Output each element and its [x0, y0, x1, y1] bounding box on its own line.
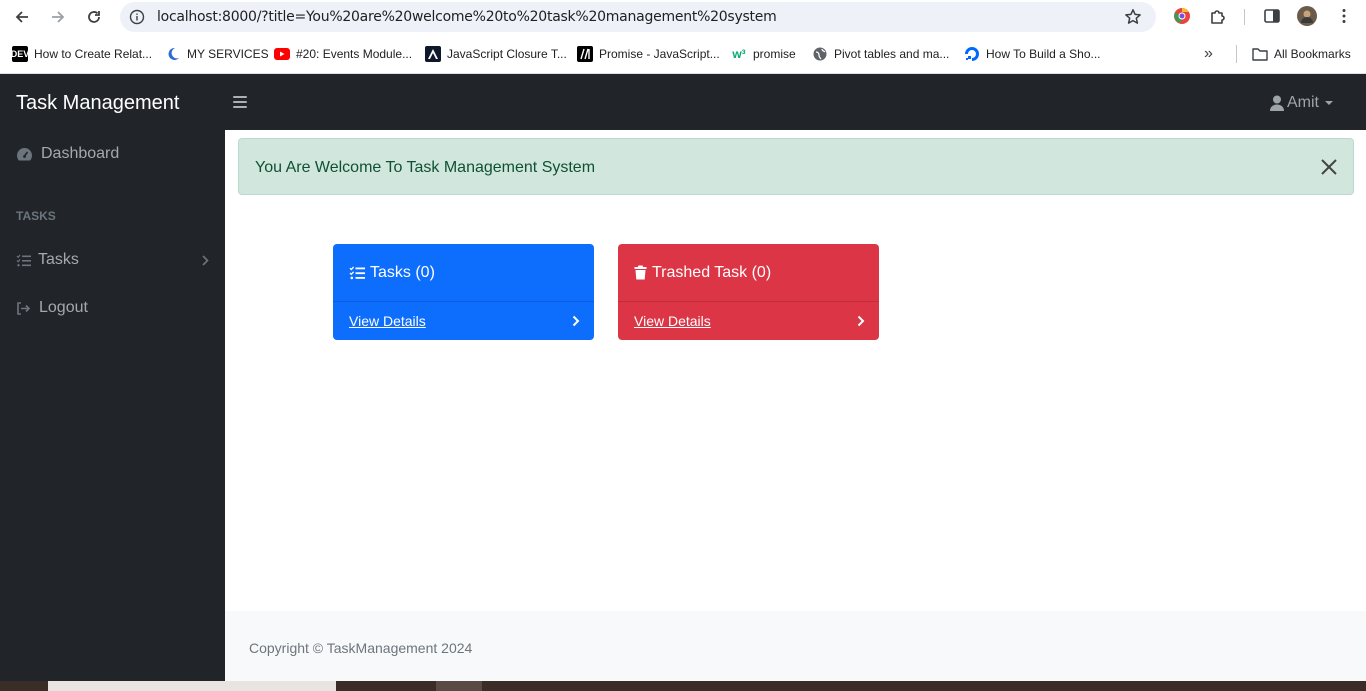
- a-icon: [425, 46, 441, 62]
- bookmark-label: MY SERVICES: [187, 47, 269, 61]
- user-icon: [1270, 95, 1284, 111]
- card-footer: View Details: [618, 301, 879, 340]
- site-info-icon[interactable]: [128, 8, 146, 26]
- alert-message: You Are Welcome To Task Management Syste…: [255, 159, 596, 176]
- card-title: Trashed Task (0): [652, 263, 772, 281]
- all-bookmarks-button[interactable]: All Bookmarks: [1252, 45, 1351, 63]
- profile-avatar[interactable]: [1297, 6, 1317, 26]
- sidebar-section-heading: TASKS: [16, 209, 56, 223]
- sidebar-item-tasks[interactable]: Tasks: [16, 251, 209, 269]
- sidebar-item-label: Tasks: [38, 251, 79, 268]
- bookmark-label: How to Create Relat...: [34, 47, 153, 61]
- bookmark-label: #20: Events Module...: [296, 47, 413, 61]
- url-text[interactable]: localhost:8000/?title=You%20are%20welcom…: [157, 9, 777, 25]
- page-footer: Copyright © TaskManagement 2024: [225, 611, 1366, 681]
- main-content: You Are Welcome To Task Management Syste…: [225, 130, 1366, 611]
- welcome-alert: You Are Welcome To Task Management Syste…: [238, 138, 1354, 195]
- bookmark-label: promise: [753, 47, 796, 61]
- bookmark-item[interactable]: #20: Events Module...: [274, 45, 412, 63]
- bookmark-item[interactable]: How To Build a Sho...: [964, 45, 1101, 63]
- sidebar-item-dashboard[interactable]: Dashboard: [16, 145, 119, 163]
- bookmark-star-icon[interactable]: [1124, 8, 1142, 26]
- trash-icon: [634, 265, 647, 280]
- bookmark-item[interactable]: JavaScript Closure T...: [425, 45, 567, 63]
- card-title: Tasks (0): [370, 263, 435, 281]
- sidebar-toggle-icon[interactable]: [233, 94, 247, 110]
- view-details-link[interactable]: View Details: [349, 313, 426, 329]
- list-check-icon: [16, 254, 31, 266]
- all-bookmarks-label: All Bookmarks: [1274, 47, 1351, 61]
- sidebar-item-label: Logout: [39, 299, 88, 316]
- w3-icon: w³: [732, 47, 746, 61]
- bookmark-label: Promise - JavaScript...: [599, 47, 720, 61]
- chevron-right-icon: [202, 255, 209, 266]
- bookmarks-bar: DEV How to Create Relat... MY SERVICES #…: [0, 34, 1366, 74]
- view-details-link[interactable]: View Details: [634, 313, 711, 329]
- bookmark-label: JavaScript Closure T...: [447, 47, 567, 61]
- bookmark-item[interactable]: MY SERVICES: [165, 45, 269, 63]
- toolbar-divider: [1244, 9, 1245, 25]
- chevron-right-icon[interactable]: [857, 315, 865, 327]
- bookmark-label: Pivot tables and ma...: [834, 47, 950, 61]
- tasks-card: Tasks (0) View Details: [333, 244, 594, 340]
- back-icon[interactable]: [10, 5, 34, 29]
- chrome-extension-icon[interactable]: [1172, 6, 1192, 26]
- taskbar-active-app[interactable]: [436, 681, 482, 691]
- forward-icon[interactable]: [46, 5, 70, 29]
- close-icon[interactable]: [1319, 157, 1339, 177]
- bookmark-item[interactable]: Promise - JavaScript...: [577, 45, 720, 63]
- sidebar: Dashboard TASKS Tasks Logout: [0, 130, 225, 681]
- extensions-puzzle-icon[interactable]: [1208, 6, 1228, 26]
- bookmarks-divider: [1236, 45, 1237, 63]
- taskbar-search-box[interactable]: [48, 681, 336, 691]
- reload-icon[interactable]: [82, 5, 106, 29]
- youtube-icon: [274, 46, 290, 62]
- card-header: Tasks (0): [333, 244, 594, 301]
- user-dropdown[interactable]: Amit: [1270, 94, 1334, 112]
- bookmark-item[interactable]: Pivot tables and ma...: [812, 45, 949, 63]
- bookmark-label: How To Build a Sho...: [986, 47, 1101, 61]
- list-check-icon: [349, 266, 365, 279]
- trashed-task-card: Trashed Task (0) View Details: [618, 244, 879, 340]
- sidebar-item-label: Dashboard: [41, 145, 120, 162]
- folder-icon: [1252, 46, 1268, 62]
- chevron-right-icon[interactable]: [572, 315, 580, 327]
- copyright-text: Copyright © TaskManagement 2024: [249, 640, 473, 656]
- dev-icon: DEV: [11, 46, 29, 62]
- more-bookmarks-icon[interactable]: »: [1204, 45, 1213, 63]
- caret-down-icon: [1325, 101, 1333, 105]
- card-header: Trashed Task (0): [618, 244, 879, 301]
- side-panel-icon[interactable]: [1262, 6, 1282, 26]
- tachometer-icon: [17, 147, 32, 160]
- os-taskbar: [0, 681, 1366, 691]
- brand-title[interactable]: Task Management: [16, 92, 179, 115]
- top-navbar: Task Management Amit: [0, 74, 1366, 130]
- browser-toolbar: localhost:8000/?title=You%20are%20welcom…: [0, 0, 1366, 34]
- card-footer: View Details: [333, 301, 594, 340]
- sign-out-icon: [17, 301, 31, 315]
- moon-icon: [165, 46, 181, 62]
- do-icon: [964, 46, 980, 62]
- browser-menu-icon[interactable]: [1334, 6, 1354, 26]
- sidebar-item-logout[interactable]: Logout: [16, 299, 88, 317]
- bookmark-item[interactable]: DEV How to Create Relat...: [11, 45, 153, 63]
- bookmark-item[interactable]: w³ promise: [731, 45, 796, 63]
- address-bar[interactable]: localhost:8000/?title=You%20are%20welcom…: [120, 2, 1156, 32]
- globe-icon: [812, 46, 828, 62]
- user-name: Amit: [1287, 94, 1319, 111]
- mdn-icon: [577, 46, 593, 62]
